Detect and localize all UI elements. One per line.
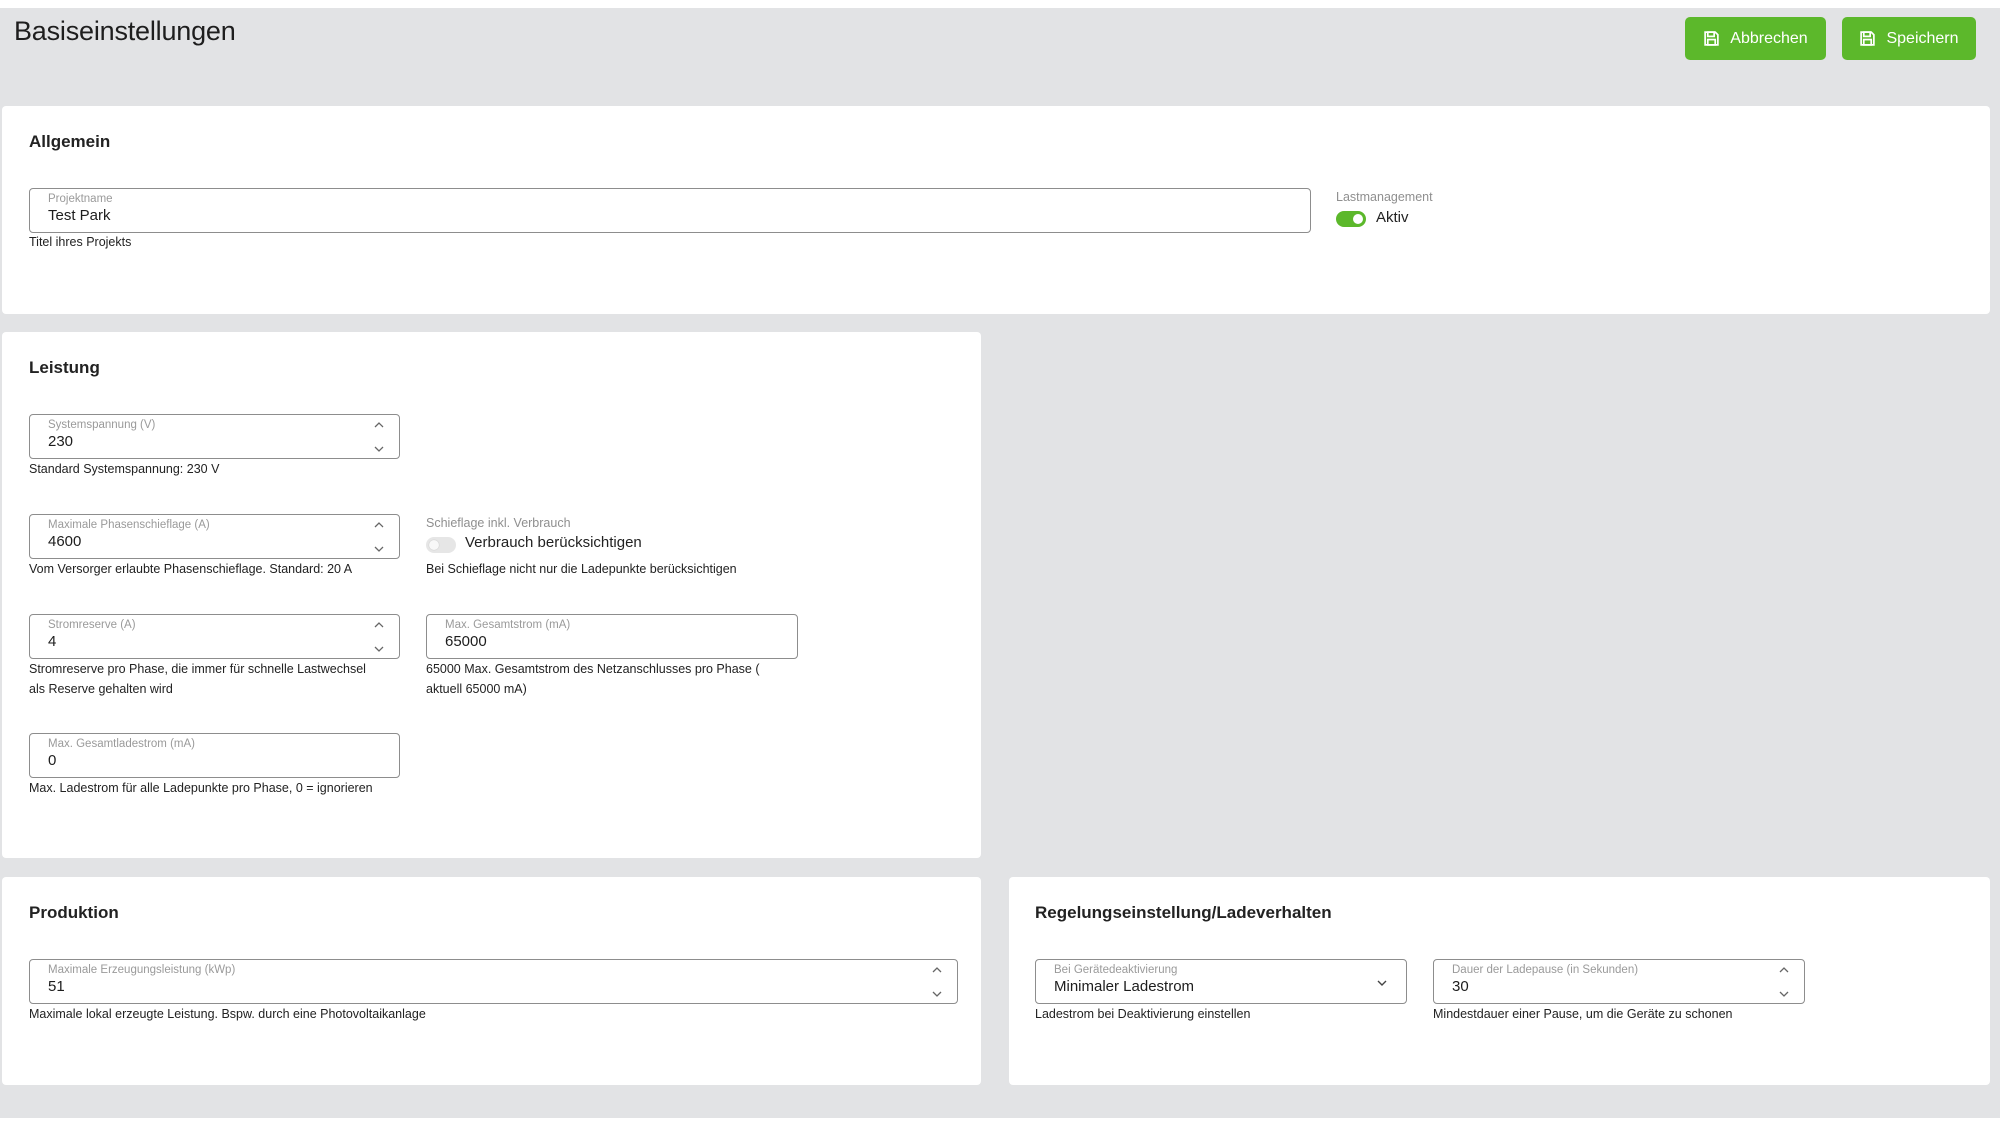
erzeugungsleistung-helper: Maximale lokal erzeugte Leistung. Bspw. … <box>29 1007 426 1021</box>
phasenschieflage-helper: Vom Versorger erlaubte Phasenschieflage.… <box>29 562 353 576</box>
chevron-up-icon[interactable] <box>374 421 384 429</box>
project-name-field[interactable]: Projektname Test Park <box>29 188 1311 233</box>
number-stepper[interactable] <box>931 966 943 998</box>
schieflage-toggle[interactable] <box>426 537 456 553</box>
gesamtstrom-helper-line2: aktuell 65000 mA) <box>426 682 527 696</box>
gesamtladestrom-value: 0 <box>48 752 57 769</box>
schieflage-toggle-label: Verbrauch berücksichtigen <box>465 534 642 551</box>
stromreserve-label: Stromreserve (A) <box>48 619 136 631</box>
systemspannung-value: 230 <box>48 433 74 450</box>
toggle-knob <box>429 540 439 550</box>
card-regelung: Regelungseinstellung/Ladeverhalten Bei G… <box>1009 877 1990 1085</box>
systemspannung-field[interactable]: Systemspannung (V) 230 <box>29 414 400 459</box>
chevron-down-icon[interactable] <box>374 445 384 453</box>
chevron-up-icon[interactable] <box>374 621 384 629</box>
lastmanagement-label: Lastmanagement <box>1336 190 1433 204</box>
ladepause-label: Dauer der Ladepause (in Sekunden) <box>1452 964 1639 976</box>
cancel-button[interactable]: Abbrechen <box>1685 17 1826 60</box>
number-stepper[interactable] <box>373 421 385 453</box>
systemspannung-helper: Standard Systemspannung: 230 V <box>29 462 220 476</box>
chevron-down-icon[interactable] <box>1779 990 1789 998</box>
chevron-down-icon[interactable] <box>932 990 942 998</box>
schieflage-helper: Bei Schieflage nicht nur die Ladepunkte … <box>426 562 737 576</box>
lastmanagement-toggle-label: Aktiv <box>1376 209 1409 226</box>
card-title-allgemein: Allgemein <box>29 132 111 151</box>
phasenschieflage-field[interactable]: Maximale Phasenschieflage (A) 4600 <box>29 514 400 559</box>
erzeugungsleistung-label: Maximale Erzeugungsleistung (kWp) <box>48 964 236 976</box>
chevron-up-icon[interactable] <box>374 521 384 529</box>
gesamtstrom-label: Max. Gesamtstrom (mA) <box>445 619 571 631</box>
toggle-knob <box>1353 214 1363 224</box>
save-icon <box>1704 31 1720 46</box>
number-stepper[interactable] <box>373 621 385 653</box>
gesamtladestrom-label: Max. Gesamtladestrom (mA) <box>48 738 195 750</box>
stromreserve-helper-line2: als Reserve gehalten wird <box>29 682 173 696</box>
stromreserve-helper-line1: Stromreserve pro Phase, die immer für sc… <box>29 662 366 676</box>
card-allgemein: Allgemein Projektname Test Park Titel ih… <box>2 106 1990 314</box>
phasenschieflage-label: Maximale Phasenschieflage (A) <box>48 519 210 531</box>
erzeugungsleistung-value: 51 <box>48 978 65 995</box>
chevron-down-icon[interactable] <box>374 545 384 553</box>
card-title-leistung: Leistung <box>29 358 100 377</box>
erzeugungsleistung-field[interactable]: Maximale Erzeugungsleistung (kWp) 51 <box>29 959 958 1004</box>
card-title-produktion: Produktion <box>29 903 119 922</box>
deaktivierung-value: Minimaler Ladestrom <box>1054 978 1195 995</box>
deaktivierung-label: Bei Gerätedeaktivierung <box>1054 964 1178 976</box>
cancel-button-label: Abbrechen <box>1730 29 1808 47</box>
card-title-regelung: Regelungseinstellung/Ladeverhalten <box>1035 903 1332 922</box>
lastmanagement-toggle[interactable] <box>1336 211 1366 227</box>
stromreserve-value: 4 <box>48 633 57 650</box>
phasenschieflage-value: 4600 <box>48 533 82 550</box>
chevron-up-icon[interactable] <box>932 966 942 974</box>
systemspannung-label: Systemspannung (V) <box>48 419 156 431</box>
gesamtladestrom-field[interactable]: Max. Gesamtladestrom (mA) 0 <box>29 733 400 778</box>
save-button[interactable]: Speichern <box>1842 17 1976 60</box>
chevron-up-icon[interactable] <box>1779 966 1789 974</box>
card-produktion: Produktion Maximale Erzeugungsleistung (… <box>2 877 981 1085</box>
gesamtladestrom-helper: Max. Ladestrom für alle Ladepunkte pro P… <box>29 781 373 795</box>
project-name-value: Test Park <box>48 207 111 224</box>
ladepause-value: 30 <box>1452 978 1469 995</box>
ladepause-helper: Mindestdauer einer Pause, um die Geräte … <box>1433 1007 1733 1021</box>
schieflage-label: Schieflage inkl. Verbrauch <box>426 516 571 530</box>
gesamtstrom-helper-line1: 65000 Max. Gesamtstrom des Netzanschluss… <box>426 662 760 676</box>
stromreserve-field[interactable]: Stromreserve (A) 4 <box>29 614 400 659</box>
project-name-label: Projektname <box>48 193 113 205</box>
save-icon <box>1860 31 1876 46</box>
number-stepper[interactable] <box>373 521 385 553</box>
chevron-down-icon[interactable] <box>1376 978 1388 988</box>
ladepause-field[interactable]: Dauer der Ladepause (in Sekunden) 30 <box>1433 959 1805 1004</box>
save-button-label: Speichern <box>1886 29 1959 47</box>
project-name-helper: Titel ihres Projekts <box>29 235 132 249</box>
number-stepper[interactable] <box>1778 966 1790 998</box>
deaktivierung-select[interactable]: Bei Gerätedeaktivierung Minimaler Ladest… <box>1035 959 1407 1004</box>
chevron-down-icon[interactable] <box>374 645 384 653</box>
deaktivierung-helper: Ladestrom bei Deaktivierung einstellen <box>1035 1007 1251 1021</box>
card-leistung: Leistung Systemspannung (V) 230 Standard… <box>2 332 981 858</box>
gesamtstrom-value: 65000 <box>445 633 487 650</box>
gesamtstrom-field[interactable]: Max. Gesamtstrom (mA) 65000 <box>426 614 798 659</box>
page-title: Basiseinstellungen <box>14 16 236 46</box>
